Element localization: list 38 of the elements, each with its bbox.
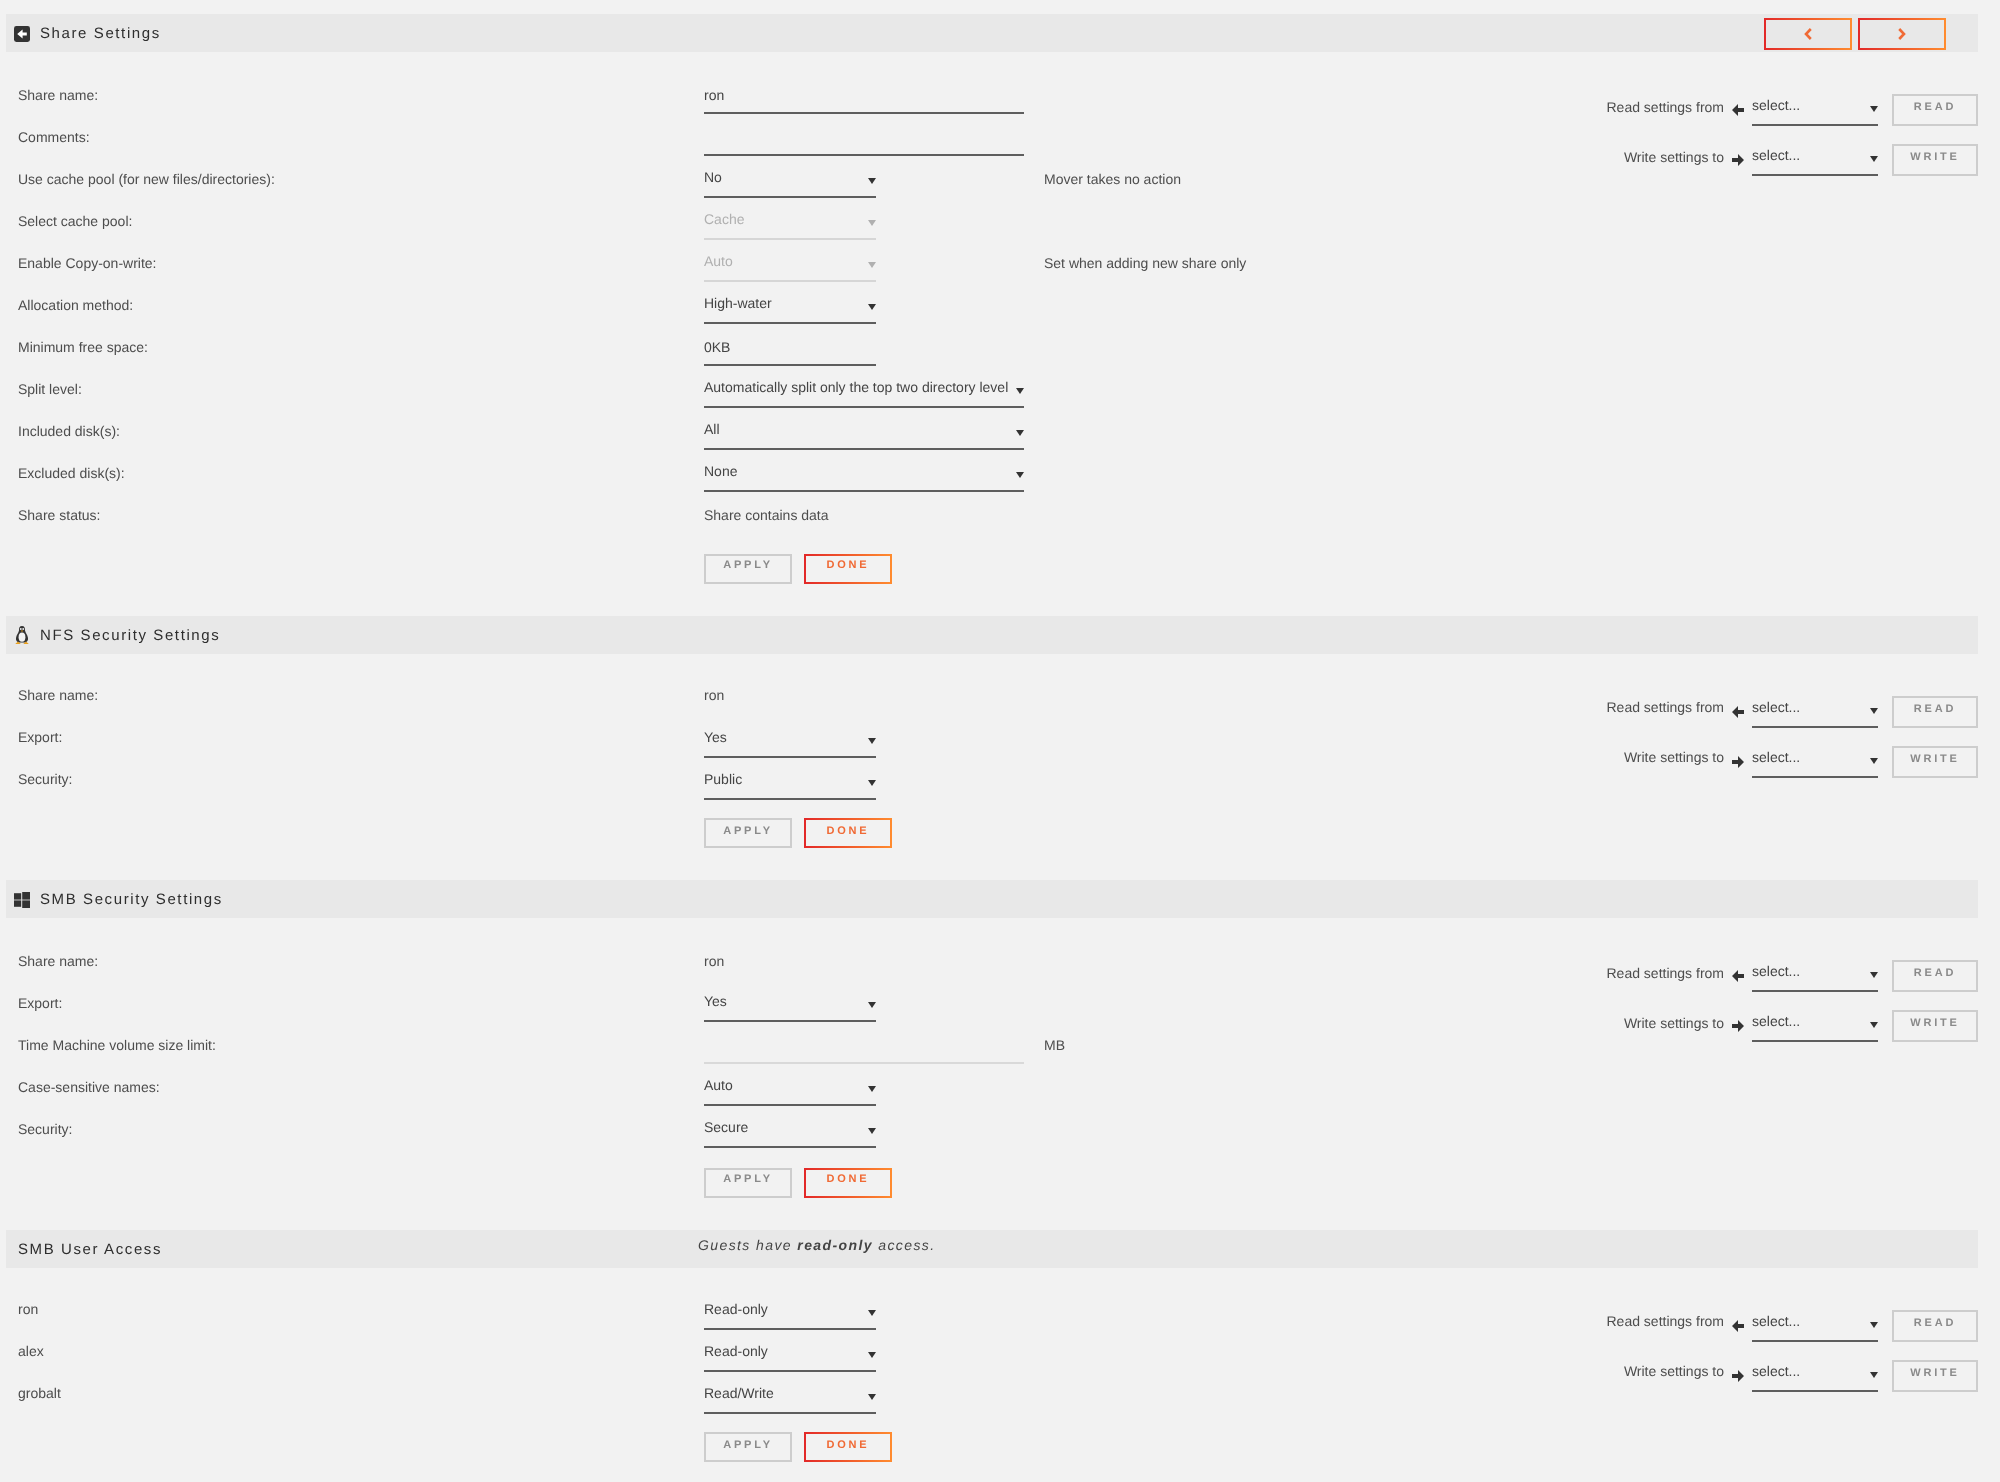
caret-icon: [1016, 388, 1024, 394]
caret-icon: [1016, 430, 1024, 436]
caret-icon: [1870, 757, 1878, 763]
caret-icon: [1870, 1321, 1878, 1327]
caret-icon: [1870, 972, 1878, 978]
arrow-left-icon: [1732, 104, 1744, 116]
caret-icon: [868, 178, 876, 184]
caret-icon: [1870, 707, 1878, 713]
arrow-left-icon: [1732, 970, 1744, 982]
caret-icon: [868, 262, 876, 268]
previous-button[interactable]: [1764, 17, 1852, 49]
caret-icon: [868, 1002, 876, 1008]
arrow-right-icon: [1732, 1020, 1744, 1032]
arrow-left-icon: [1732, 705, 1744, 717]
caret-icon: [1870, 1022, 1878, 1028]
arrow-right-icon: [1732, 154, 1744, 166]
four-squares-icon: [14, 891, 30, 907]
arrow-left-icon: [1732, 1319, 1744, 1331]
caret-icon: [868, 220, 876, 226]
arrow-right-icon: [1732, 755, 1744, 767]
caret-icon: [868, 1351, 876, 1357]
chevron-right-icon: [1898, 27, 1906, 39]
next-button[interactable]: [1858, 17, 1946, 49]
arrow-square-icon: [14, 25, 30, 41]
caret-icon: [868, 737, 876, 743]
caret-icon: [868, 1086, 876, 1092]
caret-icon: [1016, 472, 1024, 478]
arrow-right-icon: [1732, 1369, 1744, 1381]
chevron-left-icon: [1804, 27, 1812, 39]
caret-icon: [868, 1309, 876, 1315]
caret-icon: [868, 1393, 876, 1399]
caret-icon: [868, 304, 876, 310]
caret-icon: [868, 779, 876, 785]
caret-icon: [1870, 156, 1878, 162]
caret-icon: [1870, 1371, 1878, 1377]
caret-icon: [1870, 106, 1878, 112]
penguin-icon: [14, 625, 30, 643]
caret-icon: [868, 1128, 876, 1134]
